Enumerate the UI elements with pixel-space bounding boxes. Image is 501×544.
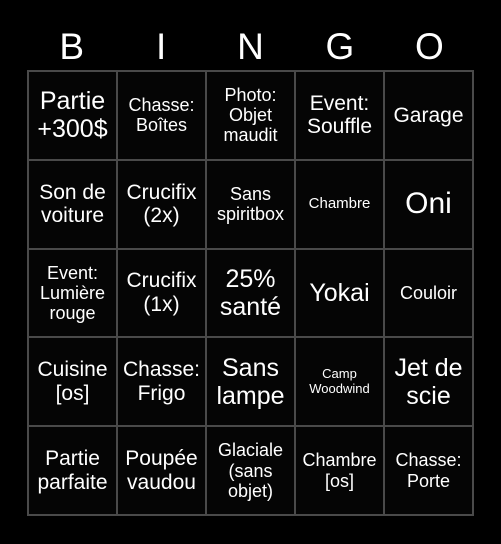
header-letter-n: N xyxy=(237,25,264,67)
header-letter-g: G xyxy=(325,25,355,67)
bingo-cell[interactable]: Photo: Objet maudit xyxy=(207,72,294,159)
bingo-cell[interactable]: Event: Lumière rouge xyxy=(29,249,116,337)
bingo-cell[interactable]: Event: Souffle xyxy=(296,72,383,159)
header-letter-i: I xyxy=(155,25,167,67)
bingo-cell[interactable]: Chambre xyxy=(296,160,383,248)
bingo-cell[interactable]: Couloir xyxy=(385,249,472,337)
bingo-cell[interactable]: Chasse: Frigo xyxy=(118,338,205,426)
bingo-board: B I N G O Partie +300$ Chasse: Boîtes Ph… xyxy=(0,0,501,544)
bingo-cell[interactable]: Oni xyxy=(385,160,472,248)
header-letter-o: O xyxy=(414,25,444,67)
bingo-cell[interactable]: Crucifix (2x) xyxy=(118,160,205,248)
bingo-cell[interactable]: Crucifix (1x) xyxy=(118,249,205,337)
bingo-cell[interactable]: Camp Woodwind xyxy=(296,338,383,426)
bingo-cell[interactable]: Chasse: Boîtes xyxy=(118,72,205,159)
bingo-cell[interactable]: Garage xyxy=(385,72,472,159)
bingo-cell[interactable]: Poupée vaudou xyxy=(118,427,205,514)
bingo-cell[interactable]: Jet de scie xyxy=(385,338,472,426)
bingo-cell[interactable]: Partie +300$ xyxy=(29,72,116,159)
bingo-grid: Partie +300$ Chasse: Boîtes Photo: Objet… xyxy=(27,70,474,516)
header-letter-b: B xyxy=(59,25,85,67)
bingo-cell[interactable]: Partie parfaite xyxy=(29,427,116,514)
bingo-cell[interactable]: Sans lampe xyxy=(207,338,294,426)
bingo-header: B I N G O xyxy=(27,22,474,70)
bingo-cell[interactable]: Glaciale (sans objet) xyxy=(207,427,294,514)
bingo-cell[interactable]: Son de voiture xyxy=(29,160,116,248)
bingo-cell[interactable]: Chasse: Porte xyxy=(385,427,472,514)
bingo-cell[interactable]: 25% santé xyxy=(207,249,294,337)
bingo-cell[interactable]: Yokai xyxy=(296,249,383,337)
bingo-cell[interactable]: Sans spiritbox xyxy=(207,160,294,248)
bingo-cell[interactable]: Cuisine [os] xyxy=(29,338,116,426)
bingo-cell[interactable]: Chambre [os] xyxy=(296,427,383,514)
